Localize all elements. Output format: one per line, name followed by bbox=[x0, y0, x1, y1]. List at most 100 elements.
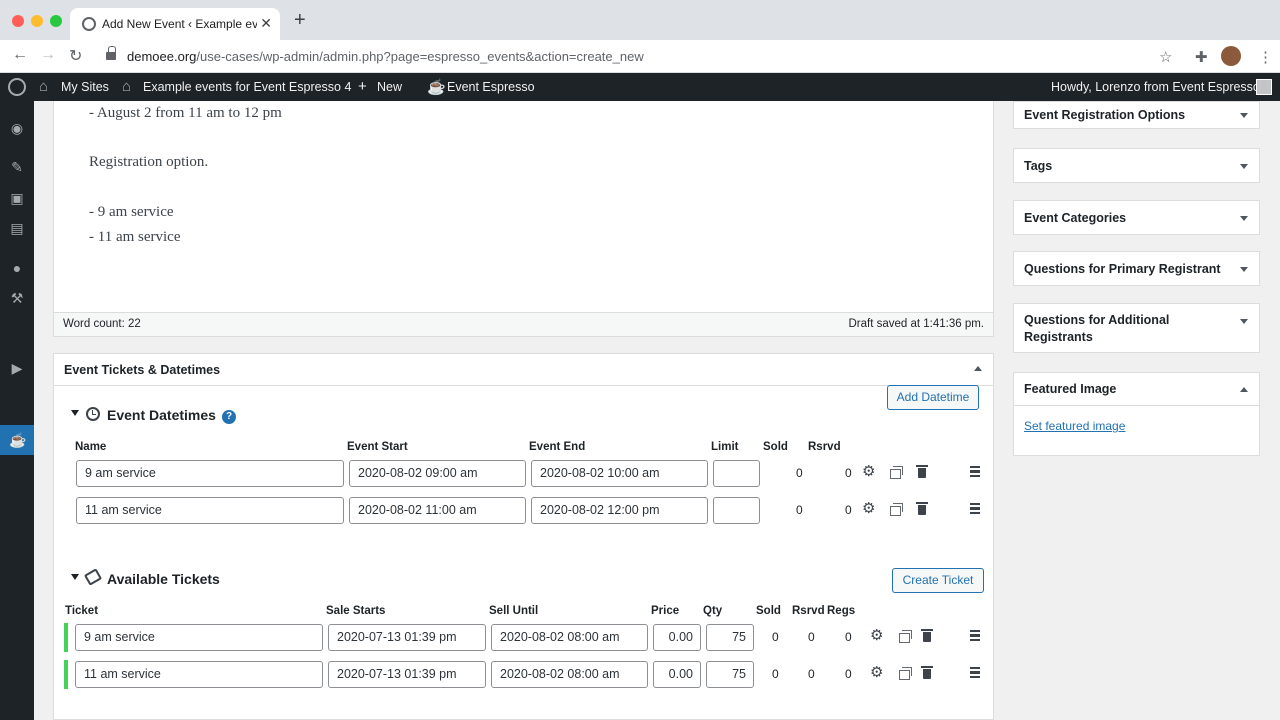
user-avatar[interactable] bbox=[1256, 79, 1272, 95]
maximize-window-button[interactable] bbox=[50, 15, 62, 27]
datetime-name-input[interactable]: 9 am service bbox=[76, 460, 344, 487]
media-icon[interactable]: ▣ bbox=[9, 190, 25, 206]
tab-title: Add New Event ‹ Example even bbox=[102, 17, 257, 31]
datetime-end-input[interactable]: 2020-08-02 10:00 am bbox=[531, 460, 708, 487]
metabox-title: Questions for Additional Registrants bbox=[1024, 313, 1170, 344]
trash-icon[interactable] bbox=[921, 629, 933, 642]
event-espresso-cup-icon: ☕ bbox=[427, 79, 446, 96]
trash-icon[interactable] bbox=[916, 502, 928, 515]
reload-icon[interactable]: ↻ bbox=[69, 46, 82, 66]
expand-toggle-icon[interactable] bbox=[1240, 267, 1248, 272]
browser-menu-icon[interactable]: ⋮ bbox=[1258, 48, 1273, 66]
my-sites-link[interactable]: My Sites bbox=[61, 80, 109, 94]
help-icon[interactable]: ? bbox=[222, 410, 236, 424]
datetime-rsrvd: 0 bbox=[845, 503, 852, 517]
ticket-sell-until-input[interactable]: 2020-08-02 08:00 am bbox=[491, 661, 648, 688]
expand-toggle-icon[interactable] bbox=[1240, 319, 1248, 324]
ticket-qty-input[interactable]: 75 bbox=[706, 624, 754, 651]
collapse-toggle-icon[interactable] bbox=[974, 366, 982, 371]
ticket-name-input[interactable]: 11 am service bbox=[75, 661, 323, 688]
browser-tab[interactable]: Add New Event ‹ Example even ✕ bbox=[70, 8, 280, 40]
copy-icon[interactable] bbox=[899, 630, 912, 643]
ticket-sale-starts-input[interactable]: 2020-07-13 01:39 pm bbox=[328, 624, 486, 651]
datetime-start-input[interactable]: 2020-08-02 11:00 am bbox=[349, 497, 526, 524]
collapse-menu-icon[interactable]: ▶ bbox=[9, 360, 25, 376]
drag-handle-icon[interactable] bbox=[970, 466, 980, 477]
datetime-start-input[interactable]: 2020-08-02 09:00 am bbox=[349, 460, 526, 487]
drag-handle-icon[interactable] bbox=[970, 667, 980, 678]
metabox-title: Tags bbox=[1024, 159, 1053, 173]
extensions-icon[interactable]: ✚ bbox=[1195, 48, 1208, 66]
ticket-price-input[interactable]: 0.00 bbox=[653, 661, 701, 688]
dashboard-icon[interactable]: ◉ bbox=[9, 120, 25, 136]
minimize-window-button[interactable] bbox=[31, 15, 43, 27]
event-registration-options-box[interactable]: Event Registration Options bbox=[1013, 101, 1260, 129]
address-bar[interactable]: demoee.org/use-cases/wp-admin/admin.php?… bbox=[100, 43, 1185, 70]
ticket-sold: 0 bbox=[772, 667, 779, 681]
back-icon[interactable]: ← bbox=[12, 46, 28, 64]
trash-icon[interactable] bbox=[916, 465, 928, 478]
new-content-link[interactable]: New bbox=[377, 80, 402, 94]
col-rsrvd: Rsrvd bbox=[808, 441, 841, 453]
questions-primary-registrant-box[interactable]: Questions for Primary Registrant bbox=[1013, 251, 1260, 286]
expand-toggle-icon[interactable] bbox=[1240, 216, 1248, 221]
col-rsrvd: Rsrvd bbox=[792, 605, 825, 617]
set-featured-image-link[interactable]: Set featured image bbox=[1024, 419, 1125, 433]
editor-status-bar: Word count: 22 Draft saved at 1:41:36 pm… bbox=[54, 312, 993, 336]
col-regs: Regs bbox=[827, 605, 856, 617]
copy-icon[interactable] bbox=[899, 667, 912, 680]
add-datetime-button[interactable]: Add Datetime bbox=[887, 385, 979, 410]
pages-icon[interactable]: ▤ bbox=[9, 220, 25, 236]
collapse-tickets-icon[interactable] bbox=[71, 574, 79, 580]
profile-avatar[interactable] bbox=[1221, 46, 1241, 66]
gear-icon[interactable]: ⚙ bbox=[870, 628, 883, 643]
ticket-qty-input[interactable]: 75 bbox=[706, 661, 754, 688]
datetime-sold: 0 bbox=[796, 503, 803, 517]
home-icon: ⌂ bbox=[122, 78, 132, 95]
expand-toggle-icon[interactable] bbox=[1240, 164, 1248, 169]
gear-icon[interactable]: ⚙ bbox=[862, 501, 875, 516]
datetime-end-input[interactable]: 2020-08-02 12:00 pm bbox=[531, 497, 708, 524]
wordpress-logo-icon[interactable] bbox=[8, 78, 26, 96]
copy-icon[interactable] bbox=[890, 466, 903, 479]
howdy-user-link[interactable]: Howdy, Lorenzo from Event Espresso bbox=[1051, 80, 1260, 94]
datetime-limit-input[interactable] bbox=[713, 497, 760, 524]
panel-header[interactable]: Event Tickets & Datetimes bbox=[54, 354, 993, 386]
expand-toggle-icon[interactable] bbox=[1240, 113, 1248, 118]
gear-icon[interactable]: ⚙ bbox=[870, 665, 883, 680]
new-tab-button[interactable]: + bbox=[294, 10, 306, 30]
ticket-sell-until-input[interactable]: 2020-08-02 08:00 am bbox=[491, 624, 648, 651]
divider bbox=[1014, 405, 1259, 406]
collapse-datetimes-icon[interactable] bbox=[71, 410, 79, 416]
event-espresso-link[interactable]: Event Espresso bbox=[447, 80, 535, 94]
wp-admin-bar: ⌂ My Sites ⌂ Example events for Event Es… bbox=[0, 73, 1280, 101]
close-tab-icon[interactable]: ✕ bbox=[260, 15, 272, 32]
forward-icon[interactable]: → bbox=[40, 46, 56, 64]
create-ticket-button[interactable]: Create Ticket bbox=[892, 568, 984, 593]
event-categories-box[interactable]: Event Categories bbox=[1013, 200, 1260, 235]
users-icon[interactable]: ● bbox=[9, 260, 25, 276]
globe-icon bbox=[82, 17, 96, 31]
ticket-sale-starts-input[interactable]: 2020-07-13 01:39 pm bbox=[328, 661, 486, 688]
ticket-name-input[interactable]: 9 am service bbox=[75, 624, 323, 651]
event-description-editor[interactable]: - August 2 from 11 am to 12 pm Registrat… bbox=[53, 101, 994, 337]
tags-box[interactable]: Tags bbox=[1013, 148, 1260, 183]
gear-icon[interactable]: ⚙ bbox=[862, 464, 875, 479]
ticket-rsrvd: 0 bbox=[808, 667, 815, 681]
trash-icon[interactable] bbox=[921, 666, 933, 679]
datetime-name-input[interactable]: 11 am service bbox=[76, 497, 344, 524]
bookmark-star-icon[interactable]: ☆ bbox=[1159, 48, 1172, 66]
close-window-button[interactable] bbox=[12, 15, 24, 27]
posts-pin-icon[interactable]: ✎ bbox=[9, 159, 25, 175]
drag-handle-icon[interactable] bbox=[970, 630, 980, 641]
ticket-price-input[interactable]: 0.00 bbox=[653, 624, 701, 651]
drag-handle-icon[interactable] bbox=[970, 503, 980, 514]
copy-icon[interactable] bbox=[890, 503, 903, 516]
col-sold: Sold bbox=[763, 441, 788, 453]
metabox-title: Event Categories bbox=[1024, 211, 1127, 225]
site-name-link[interactable]: Example events for Event Espresso 4 bbox=[143, 80, 351, 94]
collapse-toggle-icon[interactable] bbox=[1240, 387, 1248, 392]
tools-icon[interactable]: ⚒ bbox=[9, 290, 25, 306]
questions-additional-registrants-box[interactable]: Questions for Additional Registrants bbox=[1013, 303, 1260, 353]
datetime-limit-input[interactable] bbox=[713, 460, 760, 487]
